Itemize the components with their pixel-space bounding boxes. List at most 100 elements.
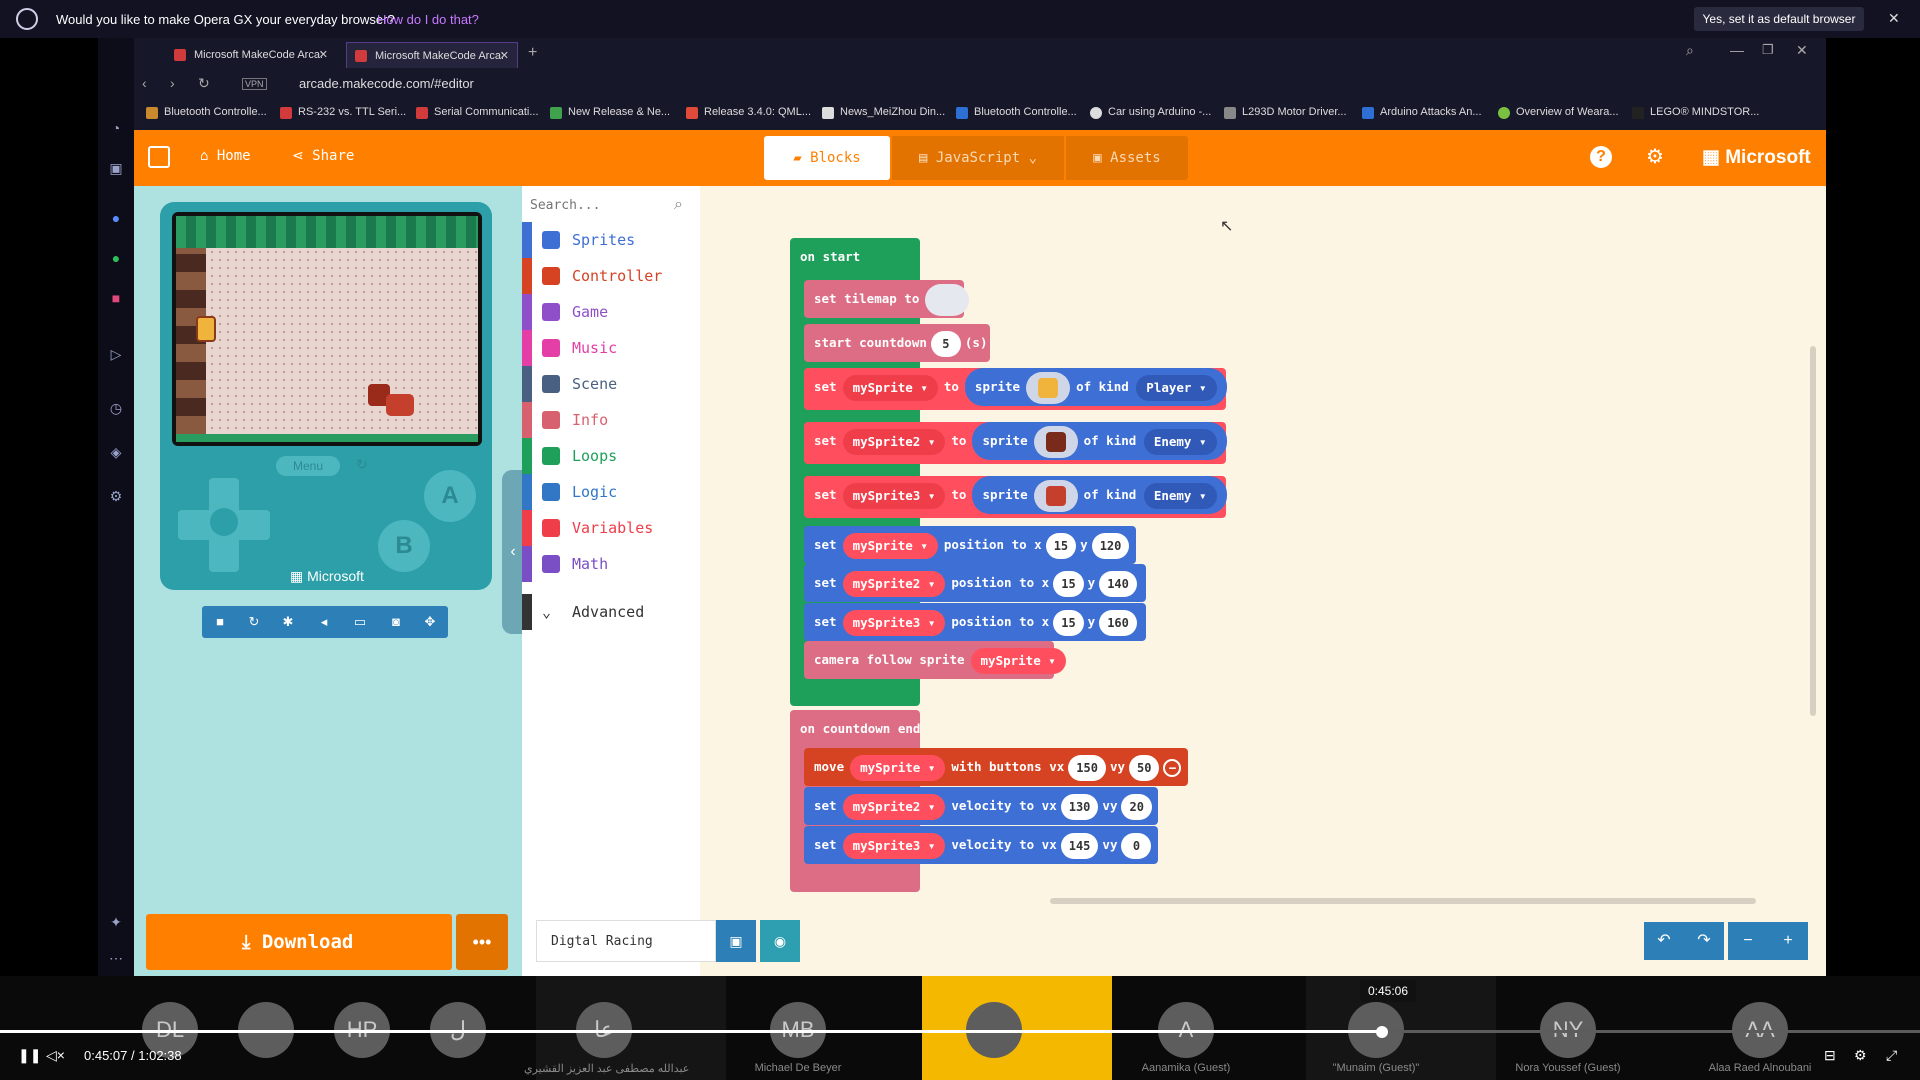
b-button[interactable]: B: [378, 520, 430, 572]
history-icon[interactable]: ◷: [106, 398, 126, 418]
bookmark[interactable]: RS-232 vs. TTL Seri...: [280, 106, 406, 119]
progress-knob[interactable]: [1376, 1026, 1388, 1038]
new-tab-icon[interactable]: +: [528, 44, 537, 62]
set-velocity-block-3[interactable]: set mySprite3 ▾ velocity to vx 145 vy 0: [804, 826, 1158, 864]
settings-gear-icon[interactable]: ⚙: [1646, 144, 1664, 169]
messenger-icon[interactable]: ●: [106, 208, 126, 228]
bookmark[interactable]: Car using Arduino -...: [1090, 106, 1211, 119]
bookmark[interactable]: Serial Communicati...: [416, 106, 539, 119]
category-scene[interactable]: Scene: [522, 366, 700, 402]
close-tab-icon[interactable]: ✕: [500, 43, 509, 69]
stop-icon[interactable]: ■: [204, 606, 236, 638]
set-default-button[interactable]: Yes, set it as default browser: [1694, 7, 1864, 31]
settings-icon[interactable]: ⚙: [106, 486, 126, 506]
github-icon[interactable]: ◉: [760, 920, 800, 962]
bookmark[interactable]: New Release & Ne...: [550, 106, 670, 119]
extension-icon[interactable]: ✦: [106, 912, 126, 932]
category-variables[interactable]: Variables: [522, 510, 700, 546]
a-button[interactable]: A: [424, 470, 476, 522]
tab-makecode-1[interactable]: Microsoft MakeCode Arca: ✕: [166, 42, 336, 68]
bookmark[interactable]: L293D Motor Driver...: [1224, 106, 1347, 119]
tab-blocks[interactable]: ▰ Blocks: [764, 136, 890, 180]
category-logic[interactable]: Logic: [522, 474, 700, 510]
save-icon[interactable]: ▣: [716, 920, 756, 962]
set-position-block-1[interactable]: set mySprite ▾ position to x 15 y 120: [804, 526, 1136, 564]
restart-sim-icon[interactable]: ↻: [238, 606, 270, 638]
tab-makecode-2[interactable]: Microsoft MakeCode Arca: ✕: [346, 42, 518, 68]
search-icon[interactable]: ⌕: [1686, 42, 1694, 59]
mute-icon[interactable]: ◁×: [46, 1047, 65, 1064]
bag-icon[interactable]: ▣: [106, 158, 126, 178]
bookmark[interactable]: Bluetooth Controlle...: [956, 106, 1077, 119]
help-icon[interactable]: ?: [1590, 146, 1612, 168]
project-name-input[interactable]: Digtal Racing: [536, 920, 716, 962]
collapse-simulator-handle[interactable]: ‹: [502, 470, 524, 634]
home-button[interactable]: ⌂ Home: [200, 148, 251, 164]
category-sprites[interactable]: Sprites: [522, 222, 700, 258]
video-settings-icon[interactable]: ⚙: [1854, 1047, 1867, 1064]
category-info[interactable]: Info: [522, 402, 700, 438]
how-link[interactable]: How do I do that?: [377, 12, 479, 27]
undo-icon[interactable]: ↶: [1644, 922, 1684, 960]
zoom-out-icon[interactable]: −: [1728, 922, 1768, 960]
set-velocity-block-2[interactable]: set mySprite2 ▾ velocity to vx 130 vy 20: [804, 787, 1158, 825]
bookmark[interactable]: LEGO® MINDSTOR...: [1632, 106, 1759, 119]
tilemap-thumbnail[interactable]: [925, 283, 970, 316]
toolbox-search[interactable]: ⌕: [530, 192, 692, 220]
category-loops[interactable]: Loops: [522, 438, 700, 474]
remove-icon[interactable]: −: [1163, 758, 1182, 777]
start-countdown-block[interactable]: start countdown 5 (s): [804, 324, 990, 362]
box-icon[interactable]: ◈: [106, 442, 126, 462]
download-more-button[interactable]: •••: [456, 914, 508, 970]
debug-icon[interactable]: ✱: [272, 606, 304, 638]
chevron-down-icon[interactable]: ⌄: [1029, 150, 1037, 166]
bookmark[interactable]: Overview of Weara...: [1498, 106, 1619, 119]
vertical-scrollbar[interactable]: [1810, 346, 1816, 716]
vpn-badge[interactable]: VPN: [242, 78, 267, 90]
makecode-logo-icon[interactable]: [148, 146, 170, 168]
category-controller[interactable]: Controller: [522, 258, 700, 294]
menu-button[interactable]: Menu: [276, 456, 340, 476]
restore-icon[interactable]: ❐: [1762, 42, 1774, 58]
forward-icon[interactable]: ›: [170, 75, 175, 91]
category-math[interactable]: Math: [522, 546, 700, 582]
speed-dial-icon[interactable]: ◔: [106, 118, 126, 138]
horizontal-scrollbar[interactable]: [1050, 898, 1756, 904]
more-icon[interactable]: ⋯: [106, 948, 126, 968]
close-tab-icon[interactable]: ✕: [319, 42, 328, 68]
zoom-in-icon[interactable]: +: [1768, 922, 1808, 960]
captions-icon[interactable]: ⊟: [1824, 1047, 1836, 1064]
share-button[interactable]: ⋖ Share: [292, 148, 354, 164]
set-tilemap-block[interactable]: set tilemap to: [804, 280, 970, 318]
set-sprite2-block[interactable]: set mySprite2 ▾ to sprite of kind Enemy ▾: [804, 422, 1227, 464]
move-with-buttons-block[interactable]: move mySprite ▾ with buttons vx 150 vy 50−: [804, 748, 1188, 786]
address-bar[interactable]: arcade.makecode.com/#editor: [299, 76, 474, 91]
tab-javascript[interactable]: ▤ JavaScript ⌄: [892, 136, 1064, 180]
instagram-icon[interactable]: ■: [106, 288, 126, 308]
category-music[interactable]: Music: [522, 330, 700, 366]
bookmark[interactable]: News_MeiZhou Din...: [822, 106, 945, 119]
set-sprite3-block[interactable]: set mySprite3 ▾ to sprite of kind Enemy ▾: [804, 476, 1227, 518]
bookmark[interactable]: Bluetooth Controlle...: [146, 106, 267, 119]
category-advanced[interactable]: ⌄ Advanced: [522, 594, 700, 630]
mute-icon[interactable]: ◂: [308, 606, 340, 638]
pop-out-icon[interactable]: ⤢: [1886, 1047, 1897, 1064]
bookmark[interactable]: Release 3.4.0: QML...: [686, 106, 811, 119]
reload-icon[interactable]: ↻: [198, 75, 210, 92]
tab-assets[interactable]: ▣ Assets: [1066, 136, 1188, 180]
set-position-block-2[interactable]: set mySprite2 ▾ position to x 15 y 140: [804, 564, 1146, 602]
bookmark[interactable]: Arduino Attacks An...: [1362, 106, 1482, 119]
minimize-icon[interactable]: —: [1730, 42, 1744, 58]
back-icon[interactable]: ‹: [142, 75, 147, 91]
game-screen[interactable]: [176, 216, 478, 442]
fullscreen-icon[interactable]: ✥: [414, 606, 446, 638]
set-sprite-block[interactable]: set mySprite ▾ to sprite of kind Player ▾: [804, 368, 1227, 410]
category-game[interactable]: Game: [522, 294, 700, 330]
pause-icon[interactable]: ❚❚: [18, 1047, 41, 1064]
set-position-block-3[interactable]: set mySprite3 ▾ position to x 15 y 160: [804, 603, 1146, 641]
window-close-icon[interactable]: ✕: [1796, 42, 1808, 59]
player-icon[interactable]: ▷: [106, 344, 126, 364]
redo-icon[interactable]: ↷: [1684, 922, 1724, 960]
keyboard-icon[interactable]: ▭: [344, 606, 376, 638]
restart-icon[interactable]: ↻: [356, 456, 368, 473]
